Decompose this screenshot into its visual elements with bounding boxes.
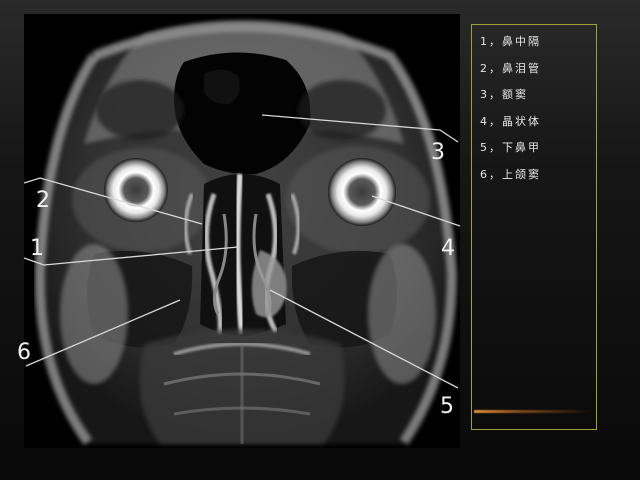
legend-item-5: 5，下鼻甲 [480, 141, 541, 155]
marker-2: 2 [36, 188, 50, 213]
marker-6: 6 [17, 340, 31, 365]
marker-3: 3 [431, 140, 445, 165]
legend-item-1: 1，鼻中隔 [480, 35, 541, 48]
marker-1: 1 [30, 236, 44, 261]
decorative-glow-streak [474, 410, 594, 413]
marker-4: 4 [441, 236, 455, 261]
legend-item-4: 4，晶状体 [480, 114, 541, 128]
left-eye-globe [104, 158, 168, 222]
right-eye-globe [328, 158, 396, 226]
slide: 2 1 3 4 5 6 1，鼻中隔 2，鼻泪管 3，额窦 4，晶状体 5，下鼻甲… [0, 0, 640, 480]
legend-item-6: 6，上颌窦 [480, 167, 541, 181]
legend-item-2: 2，鼻泪管 [480, 61, 541, 75]
mri-drawing [34, 20, 458, 445]
mri-image [24, 14, 460, 448]
legend-item-3: 3，额窦 [480, 88, 528, 102]
legend-panel: 1，鼻中隔 2，鼻泪管 3，额窦 4，晶状体 5，下鼻甲 6，上颌窦 [471, 24, 597, 430]
marker-5: 5 [440, 394, 454, 419]
